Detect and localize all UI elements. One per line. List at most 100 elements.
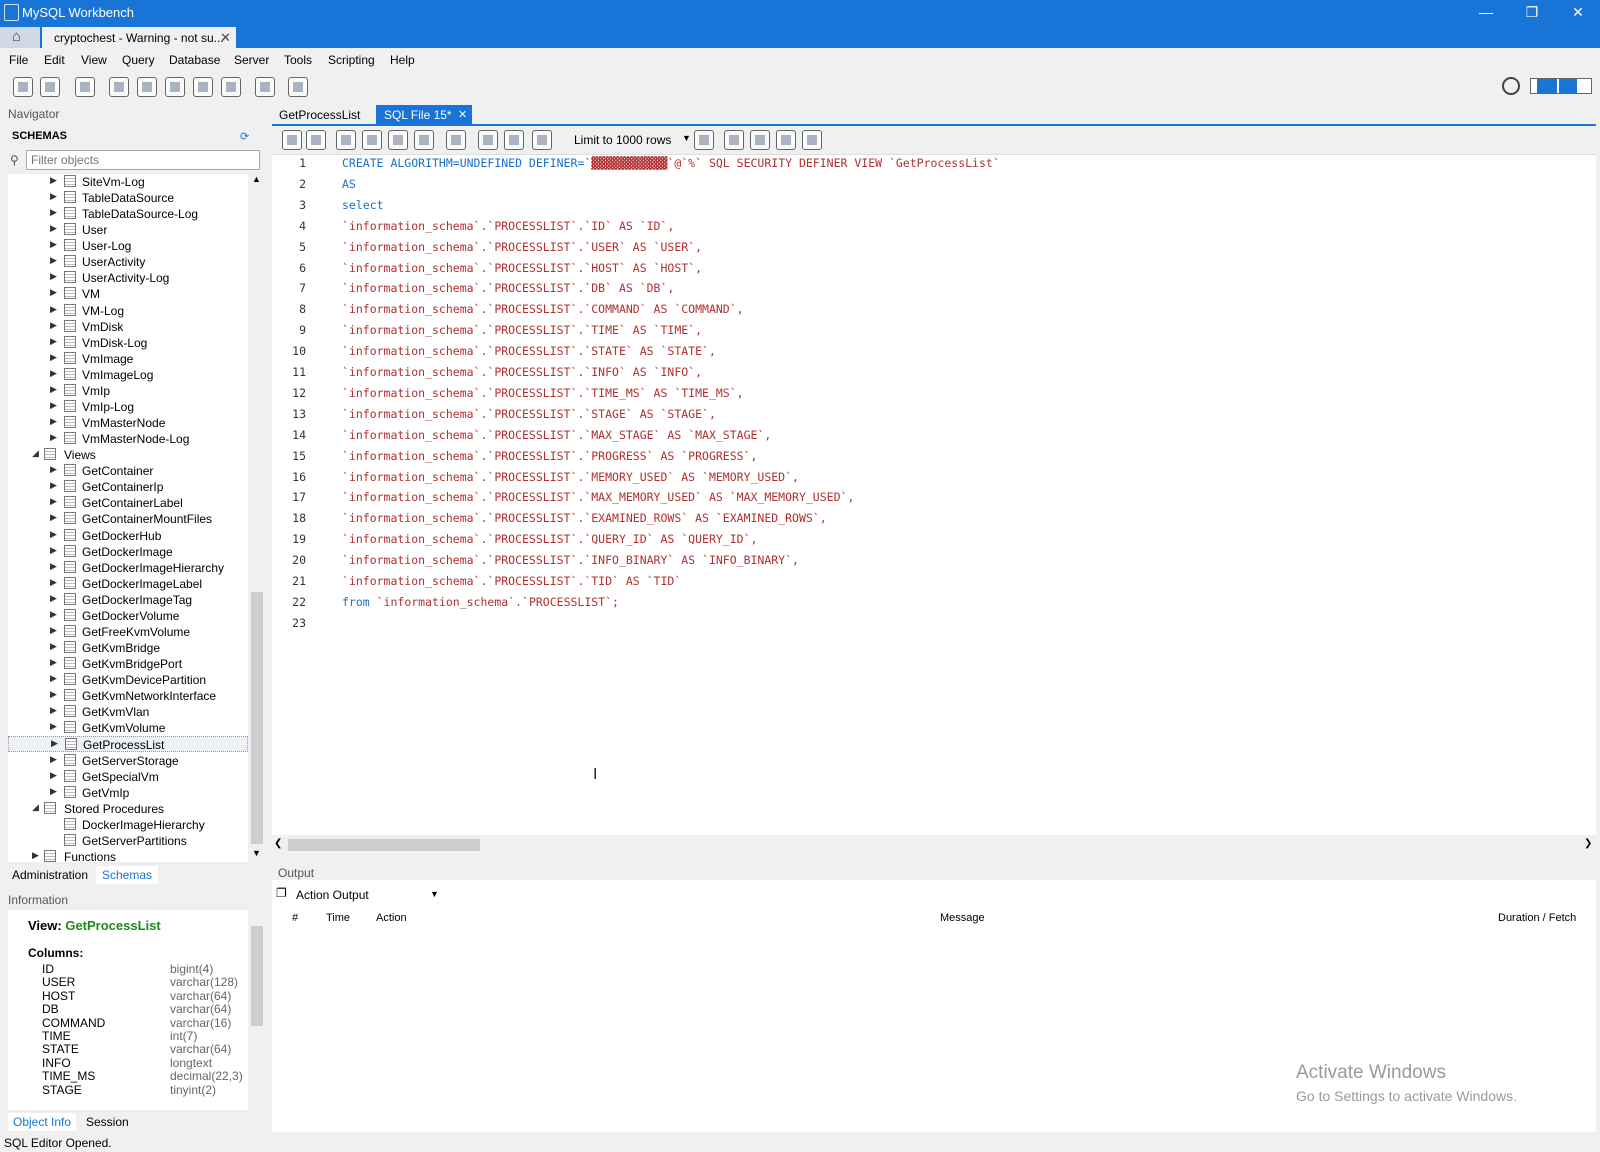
tree-item[interactable]: GetServerPartitions <box>8 833 248 849</box>
wrap-lines-icon[interactable] <box>802 130 822 150</box>
sql-editor[interactable]: 1 CREATE ALGORITHM=UNDEFINED DEFINER=`▓▓▓… <box>272 155 1596 835</box>
menu-scripting[interactable]: Scripting <box>328 53 375 67</box>
expand-arrow-right-icon[interactable]: ▶ <box>50 609 57 620</box>
expand-arrow-right-icon[interactable]: ▶ <box>50 255 57 266</box>
expand-arrow-right-icon[interactable]: ▶ <box>50 416 57 427</box>
tree-item[interactable]: ▶ GetFreeKvmVolume <box>8 624 248 640</box>
code-line[interactable]: `information_schema`.`PROCESSLIST`.`EXAM… <box>342 511 827 525</box>
tree-item[interactable]: ▶ GetSpecialVm <box>8 769 248 785</box>
code-line[interactable]: `information_schema`.`PROCESSLIST`.`INFO… <box>342 553 799 567</box>
expand-arrow-right-icon[interactable]: ▶ <box>50 384 57 395</box>
expand-arrow-right-icon[interactable]: ▶ <box>50 561 57 572</box>
tree-item[interactable]: ▶ TableDataSource <box>8 190 248 206</box>
code-line[interactable]: `information_schema`.`PROCESSLIST`.`TIME… <box>342 386 744 400</box>
tab-object-info[interactable]: Object Info <box>8 1113 77 1131</box>
expand-arrow-right-icon[interactable]: ▶ <box>50 368 57 379</box>
tree-item[interactable]: ▶ VmIp <box>8 383 248 399</box>
expand-arrow-down-icon[interactable]: ◢ <box>32 448 39 459</box>
code-line[interactable]: `information_schema`.`PROCESSLIST`.`TID`… <box>342 574 681 588</box>
tree-item[interactable]: ▶ SiteVm-Log <box>8 174 248 190</box>
col-header-duration[interactable]: Duration / Fetch <box>1498 912 1576 924</box>
tree-item[interactable]: ▶ Functions <box>8 849 248 862</box>
scroll-thumb[interactable] <box>251 926 263 1026</box>
home-tab[interactable]: ⌂ <box>0 27 40 48</box>
code-line[interactable]: `information_schema`.`PROCESSLIST`.`DB` … <box>342 281 674 295</box>
code-line[interactable]: `information_schema`.`PROCESSLIST`.`HOST… <box>342 261 702 275</box>
expand-arrow-right-icon[interactable]: ▶ <box>50 545 57 556</box>
minimize-button[interactable]: — <box>1463 0 1509 25</box>
tree-item[interactable]: ▶ GetContainerMountFiles <box>8 511 248 527</box>
code-line[interactable]: AS <box>342 177 356 191</box>
scroll-thumb[interactable] <box>288 839 480 851</box>
tree-item[interactable]: ▶ GetProcessList <box>8 736 248 753</box>
editor-tab-sql-file[interactable]: SQL File 15* ✕ <box>376 105 472 125</box>
execute-current-icon[interactable] <box>362 130 382 150</box>
rollback-icon[interactable] <box>504 130 524 150</box>
menu-database[interactable]: Database <box>169 53 220 67</box>
menu-help[interactable]: Help <box>390 53 415 67</box>
code-line[interactable]: `information_schema`.`PROCESSLIST`.`ID` … <box>342 219 674 233</box>
col-header-time[interactable]: Time <box>326 912 350 924</box>
expand-arrow-right-icon[interactable]: ▶ <box>50 432 57 443</box>
tree-item[interactable]: ▶ VM-Log <box>8 303 248 319</box>
panel-layout-toggle-icon[interactable] <box>1530 78 1592 94</box>
code-line[interactable]: `information_schema`.`PROCESSLIST`.`TIME… <box>342 323 702 337</box>
restore-button[interactable]: ❐ <box>1509 0 1555 25</box>
code-line[interactable]: `information_schema`.`PROCESSLIST`.`QUER… <box>342 532 757 546</box>
expand-arrow-right-icon[interactable]: ▶ <box>50 352 57 363</box>
tree-item[interactable]: ▶ GetDockerImageHierarchy <box>8 560 248 576</box>
tree-item[interactable]: ▶ GetContainerLabel <box>8 495 248 511</box>
scroll-up-icon[interactable]: ▲ <box>252 174 261 184</box>
expand-arrow-right-icon[interactable]: ▶ <box>50 657 57 668</box>
expand-arrow-right-icon[interactable]: ▶ <box>50 320 57 331</box>
tree-item[interactable]: ▶ GetContainerIp <box>8 479 248 495</box>
beautify-icon[interactable] <box>724 130 744 150</box>
menu-query[interactable]: Query <box>122 53 155 67</box>
code-line[interactable]: `information_schema`.`PROCESSLIST`.`MEMO… <box>342 470 799 484</box>
menu-edit[interactable]: Edit <box>44 53 65 67</box>
tree-item[interactable]: ▶ GetDockerImage <box>8 544 248 560</box>
expand-arrow-right-icon[interactable]: ▶ <box>50 480 57 491</box>
expand-arrow-right-icon[interactable]: ▶ <box>50 496 57 507</box>
tree-item[interactable]: ▶ GetDockerHub <box>8 528 248 544</box>
tree-item[interactable]: ▶ User-Log <box>8 238 248 254</box>
toggle-continue-on-error-icon[interactable] <box>446 130 466 150</box>
scroll-right-icon[interactable]: ❯ <box>1584 838 1592 849</box>
new-sql-tab-icon[interactable] <box>13 77 33 97</box>
expand-arrow-right-icon[interactable]: ▶ <box>51 738 58 749</box>
expand-arrow-right-icon[interactable]: ▶ <box>50 239 57 250</box>
expand-arrow-right-icon[interactable]: ▶ <box>50 673 57 684</box>
tree-item[interactable]: ▶ VmImageLog <box>8 367 248 383</box>
autocommit-icon[interactable] <box>532 130 552 150</box>
find-icon[interactable] <box>750 130 770 150</box>
tree-item[interactable]: ▶ VmIp-Log <box>8 399 248 415</box>
code-line[interactable]: select <box>342 198 384 212</box>
expand-arrow-right-icon[interactable]: ▶ <box>50 786 57 797</box>
tree-item[interactable]: ▶ TableDataSource-Log <box>8 206 248 222</box>
tree-item[interactable]: ▶ VmImage <box>8 351 248 367</box>
tree-item[interactable]: ▶ UserActivity <box>8 254 248 270</box>
refresh-schemas-icon[interactable]: ⟳ <box>240 130 249 143</box>
code-line[interactable]: `information_schema`.`PROCESSLIST`.`MAX_… <box>342 428 771 442</box>
inspector-icon[interactable] <box>75 77 95 97</box>
connection-tab[interactable]: cryptochest - Warning - not su... ✕ <box>42 27 236 48</box>
editor-tab-getprocesslist[interactable]: GetProcessList <box>272 105 372 125</box>
add-snippet-icon[interactable] <box>694 130 714 150</box>
expand-arrow-right-icon[interactable]: ▶ <box>50 175 57 186</box>
expand-arrow-right-icon[interactable]: ▶ <box>50 770 57 781</box>
schema-tree-scrollbar[interactable]: ▲ ▼ <box>249 174 265 862</box>
tree-item[interactable]: ▶ VmMasterNode <box>8 415 248 431</box>
code-line[interactable]: `information_schema`.`PROCESSLIST`.`COMM… <box>342 302 744 316</box>
expand-arrow-right-icon[interactable]: ▶ <box>50 191 57 202</box>
expand-arrow-right-icon[interactable]: ▶ <box>50 577 57 588</box>
expand-arrow-right-icon[interactable]: ▶ <box>50 400 57 411</box>
create-view-icon[interactable] <box>165 77 185 97</box>
tree-item[interactable]: ▶ VmDisk <box>8 319 248 335</box>
code-line[interactable]: `information_schema`.`PROCESSLIST`.`MAX_… <box>342 490 854 504</box>
code-line[interactable]: CREATE ALGORITHM=UNDEFINED DEFINER=`▓▓▓▓… <box>342 156 1000 170</box>
expand-arrow-right-icon[interactable]: ▶ <box>50 464 57 475</box>
scroll-down-icon[interactable]: ▼ <box>252 848 261 858</box>
close-tab-icon[interactable]: ✕ <box>458 108 467 121</box>
scroll-thumb[interactable] <box>251 592 263 844</box>
code-line[interactable]: `information_schema`.`PROCESSLIST`.`USER… <box>342 240 702 254</box>
